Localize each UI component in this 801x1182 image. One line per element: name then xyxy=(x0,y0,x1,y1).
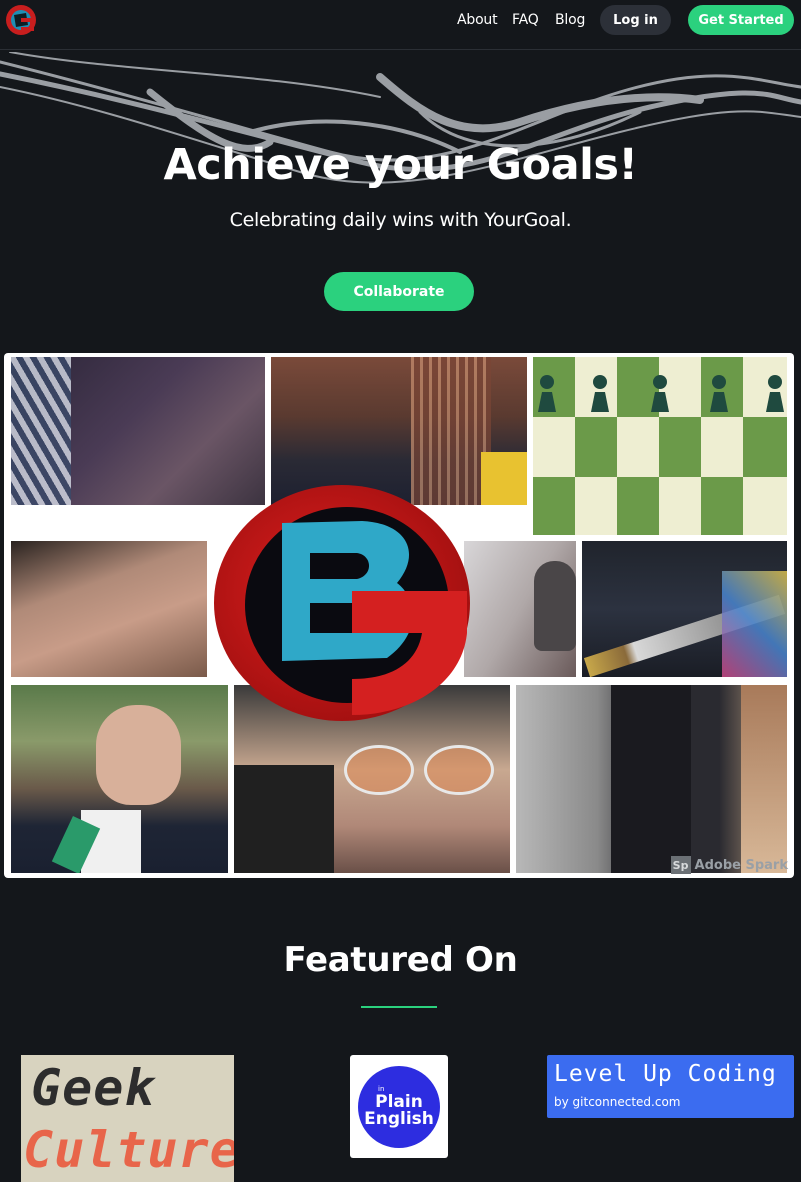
nav-link-faq[interactable]: FAQ xyxy=(512,12,539,28)
in-plain-english-logo[interactable]: in Plain English xyxy=(350,1055,448,1158)
collage-photo-young-man xyxy=(11,685,228,873)
yourgoal-big-logo-icon xyxy=(214,485,470,721)
geek-culture-line2: Culture xyxy=(23,1121,234,1179)
nav-link-blog[interactable]: Blog xyxy=(555,12,585,28)
level-up-coding-title: Level Up Coding xyxy=(554,1061,777,1087)
adobe-spark-badge-icon: Sp xyxy=(670,856,691,874)
collage-photo-hallway xyxy=(516,685,787,873)
site-logo-icon[interactable] xyxy=(4,3,38,37)
hero-title: Achieve your Goals! xyxy=(163,140,638,190)
adobe-spark-watermark: Sp Adobe Spark xyxy=(670,856,788,874)
plain-english-line1: Plain xyxy=(375,1091,423,1112)
level-up-coding-logo[interactable]: Level Up Coding by gitconnected.com xyxy=(547,1055,794,1118)
collage-photo-dog xyxy=(464,541,576,677)
photo-collage: Sp Adobe Spark xyxy=(4,353,794,878)
in-plain-english-circle: in Plain English xyxy=(358,1065,440,1148)
login-button[interactable]: Log in xyxy=(600,5,671,35)
level-up-coding-subtitle: by gitconnected.com xyxy=(554,1095,681,1109)
collage-photo-chess xyxy=(533,357,787,535)
get-started-button[interactable]: Get Started xyxy=(688,5,794,35)
nav-link-about[interactable]: About xyxy=(457,12,498,28)
collage-photo-face-closeup xyxy=(11,541,207,677)
featured-on-heading: Featured On xyxy=(283,940,518,980)
plain-english-line2: English xyxy=(364,1108,434,1129)
collage-photo-guitarist xyxy=(582,541,787,677)
adobe-spark-text: Adobe Spark xyxy=(694,857,788,873)
top-navbar: About FAQ Blog Log in Get Started xyxy=(0,0,801,50)
geek-culture-line1: Geek xyxy=(31,1059,156,1117)
hero-subtitle: Celebrating daily wins with YourGoal. xyxy=(229,209,572,231)
collaborate-button[interactable]: Collaborate xyxy=(324,272,474,311)
geek-culture-logo[interactable]: Geek Culture xyxy=(21,1055,234,1182)
featured-divider xyxy=(361,1006,437,1008)
